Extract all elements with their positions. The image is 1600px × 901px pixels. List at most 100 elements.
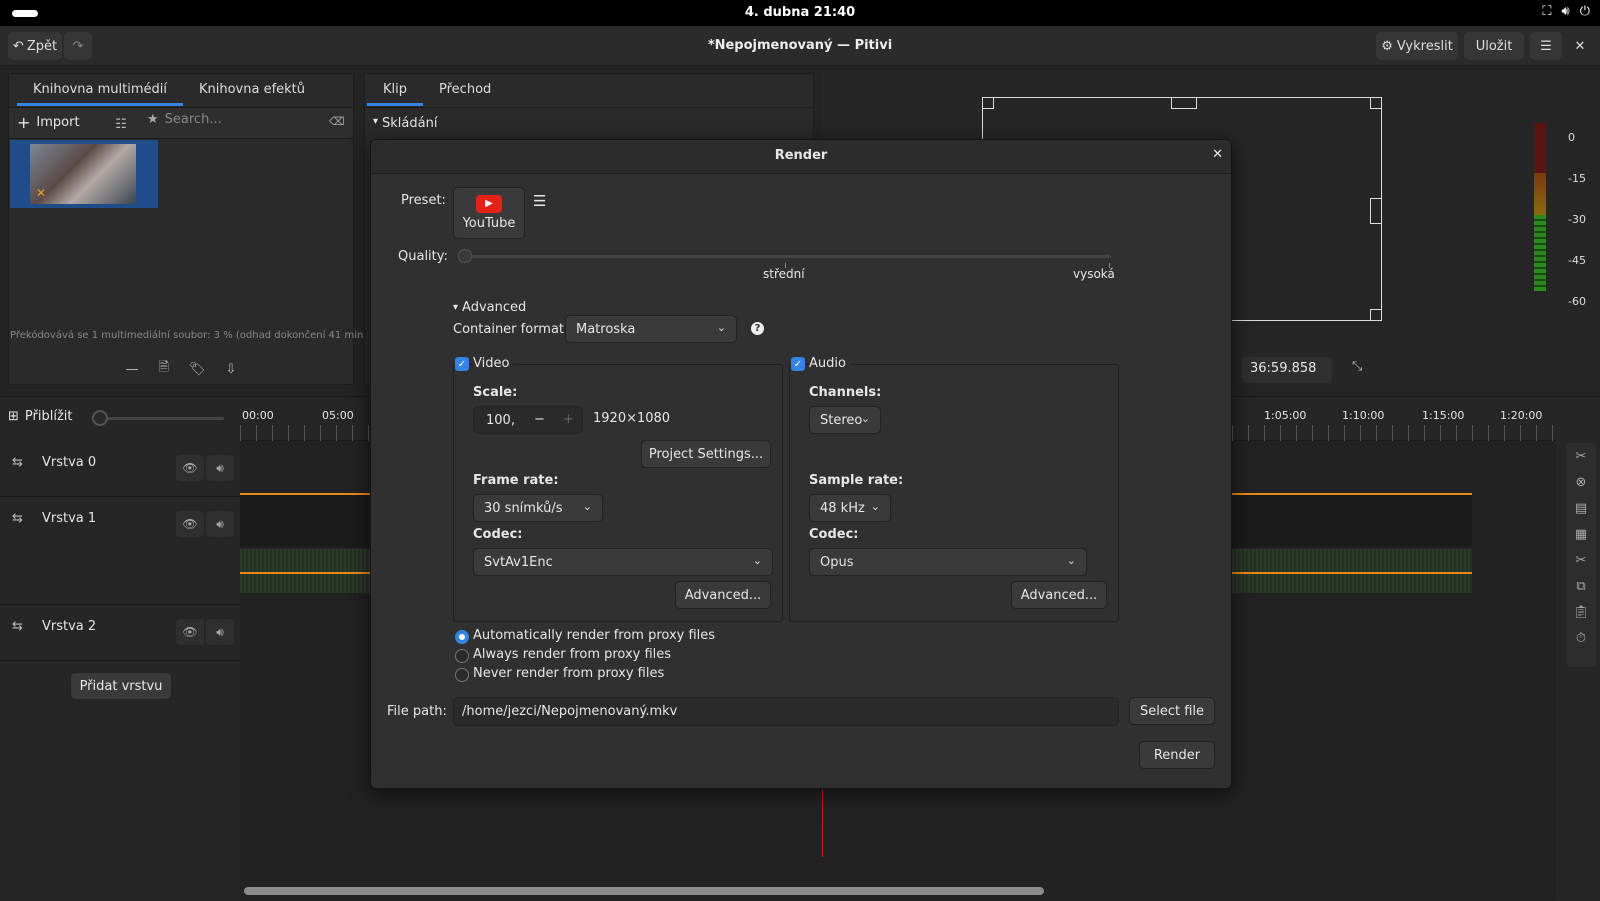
eye-icon: 👁︎: [182, 625, 198, 639]
list-view-button[interactable]: ☷: [107, 112, 135, 136]
save-button[interactable]: Uložit: [1464, 32, 1524, 60]
search-area: ★ Search...: [147, 112, 325, 127]
system-clock[interactable]: 4. dubna 21:40: [0, 5, 1600, 20]
power-icon: ⏻: [1579, 4, 1590, 19]
video-advanced-button[interactable]: Advanced...: [675, 581, 771, 609]
quality-slider-handle[interactable]: [458, 249, 472, 263]
framerate-select[interactable]: 30 snímků/s ⌄: [473, 494, 603, 522]
scale-value[interactable]: 100,: [486, 413, 515, 428]
paste-icon[interactable]: 📋︎: [1573, 605, 1590, 620]
scale-label: Scale:: [473, 385, 518, 400]
audio-label: Audio: [809, 356, 850, 371]
quality-label: Quality:: [398, 249, 448, 264]
zoom-icon: ⊞: [8, 409, 19, 424]
star-icon: ★: [147, 112, 159, 127]
chevron-down-icon: ▾: [373, 116, 379, 127]
layer-drag-icon[interactable]: ⇆: [12, 619, 23, 634]
chevron-down-icon: ⌄: [716, 321, 726, 334]
clip-properties-icon[interactable]: 🗎︎: [159, 358, 169, 380]
proxy-option-always[interactable]: Always render from proxy files: [473, 647, 671, 662]
fullscreen-button[interactable]: ⤡: [1352, 359, 1362, 374]
split-icon[interactable]: ✂: [1576, 449, 1587, 464]
remove-icon[interactable]: —: [126, 362, 139, 377]
media-actions: — 🗎︎ 🏷︎ ⇩: [9, 354, 353, 384]
add-layer-button[interactable]: Přidat vrstvu: [70, 672, 172, 700]
speed-icon[interactable]: ⏱: [1576, 631, 1586, 646]
select-file-button[interactable]: Select file: [1129, 697, 1215, 725]
zoom-slider-handle[interactable]: [92, 410, 108, 426]
layer-audio-button[interactable]: 🔊︎: [206, 511, 234, 537]
tab-media-library[interactable]: Knihovna multimédií: [17, 76, 183, 106]
timeline-scrollbar[interactable]: [244, 887, 1044, 895]
project-settings-button[interactable]: Project Settings...: [641, 440, 771, 468]
container-format-label: Container format:: [453, 322, 569, 337]
increase-icon[interactable]: +: [563, 412, 574, 427]
container-format-select[interactable]: Matroska ⌄: [565, 315, 737, 343]
layer-audio-button[interactable]: 🔊︎: [206, 619, 234, 645]
close-icon: ✕: [1212, 147, 1223, 162]
close-window-button[interactable]: ✕: [1566, 32, 1594, 60]
video-checkbox[interactable]: ✓: [455, 357, 469, 371]
filepath-input[interactable]: /home/jezci/Nepojmenovaný.mkv: [453, 697, 1119, 726]
audio-codec-select[interactable]: Opus ⌄: [809, 548, 1087, 576]
layer-row-2: ⇆ Vrstva 2 👁︎ 🔊︎: [0, 605, 240, 661]
samplerate-label: Sample rate:: [809, 473, 904, 488]
quality-slider[interactable]: [458, 249, 1111, 268]
group-icon[interactable]: ▤: [1575, 501, 1587, 516]
advanced-expander[interactable]: ▾ Advanced: [453, 300, 526, 315]
video-codec-label: Codec:: [473, 527, 523, 542]
tab-effects-library[interactable]: Knihovna efektů: [183, 76, 321, 106]
chevron-down-icon: ⌄: [752, 554, 762, 567]
audio-checkbox[interactable]: ✓: [791, 357, 805, 371]
proxy-radio-always[interactable]: [455, 649, 469, 663]
ungroup-icon[interactable]: ▦: [1575, 527, 1587, 542]
scale-spinbutton[interactable]: 100, − +: [473, 406, 583, 434]
proxy-option-auto[interactable]: Automatically render from proxy files: [473, 628, 715, 643]
cut-icon[interactable]: ✂: [1576, 553, 1587, 568]
media-clip-thumbnail[interactable]: ✕: [10, 140, 158, 208]
video-codec-select[interactable]: SvtAv1Enc ⌄: [473, 548, 773, 576]
timecode-display[interactable]: 36:59.858: [1242, 357, 1332, 383]
framerate-label: Frame rate:: [473, 473, 559, 488]
channels-label: Channels:: [809, 385, 882, 400]
render-dialog: Render ✕ Preset: ▶ YouTube ☰ Quality: st…: [370, 139, 1232, 789]
layer-visibility-button[interactable]: 👁︎: [176, 619, 204, 645]
delete-icon[interactable]: ⊗: [1576, 475, 1587, 490]
channels-select[interactable]: Stereo ⌄: [809, 406, 881, 434]
preset-menu-button[interactable]: ☰: [533, 192, 546, 210]
layer-audio-button[interactable]: 🔊︎: [206, 455, 234, 481]
audio-level-meter: [1534, 123, 1548, 291]
filepath-label: File path:: [387, 704, 447, 719]
render-toolbar-button[interactable]: ⚙ Vykreslit: [1376, 32, 1458, 60]
tab-clip[interactable]: Klip: [367, 76, 424, 106]
search-input[interactable]: Search...: [165, 112, 325, 127]
tag-icon[interactable]: 🏷︎: [189, 362, 206, 377]
render-button[interactable]: Render: [1139, 741, 1215, 769]
compositing-expander[interactable]: ▾ Skládání: [373, 116, 437, 131]
copy-icon[interactable]: ⧉: [1576, 579, 1585, 594]
audio-advanced-button[interactable]: Advanced...: [1011, 581, 1107, 609]
samplerate-select[interactable]: 48 kHz ⌄: [809, 494, 891, 522]
proxy-radio-never[interactable]: [455, 668, 469, 682]
clear-search-icon[interactable]: ⌫: [329, 115, 345, 128]
layer-visibility-button[interactable]: 👁︎: [176, 455, 204, 481]
chevron-down-icon: ⌄: [860, 412, 870, 425]
tab-transition[interactable]: Přechod: [423, 76, 507, 106]
zoom-slider[interactable]: [92, 410, 224, 426]
layer-drag-icon[interactable]: ⇆: [12, 511, 23, 526]
decrease-icon[interactable]: −: [534, 412, 545, 427]
speaker-icon: 🔊︎: [216, 460, 224, 475]
proxy-warning-icon: ✕: [36, 186, 47, 200]
import-button[interactable]: + Import: [17, 113, 80, 132]
main-menu-button[interactable]: ☰: [1530, 32, 1562, 60]
system-tray[interactable]: ⛶ 🔊︎ ⏻: [1542, 4, 1590, 19]
proxy-radio-auto[interactable]: [455, 630, 469, 644]
insert-icon[interactable]: ⇩: [226, 362, 237, 377]
layer-visibility-button[interactable]: 👁︎: [176, 511, 204, 537]
help-icon[interactable]: ?: [751, 322, 764, 335]
dialog-titlebar: Render ✕: [371, 140, 1231, 174]
proxy-option-never[interactable]: Never render from proxy files: [473, 666, 664, 681]
preset-button[interactable]: ▶ YouTube: [453, 187, 525, 239]
layer-drag-icon[interactable]: ⇆: [12, 455, 23, 470]
dialog-close-button[interactable]: ✕: [1212, 147, 1223, 162]
